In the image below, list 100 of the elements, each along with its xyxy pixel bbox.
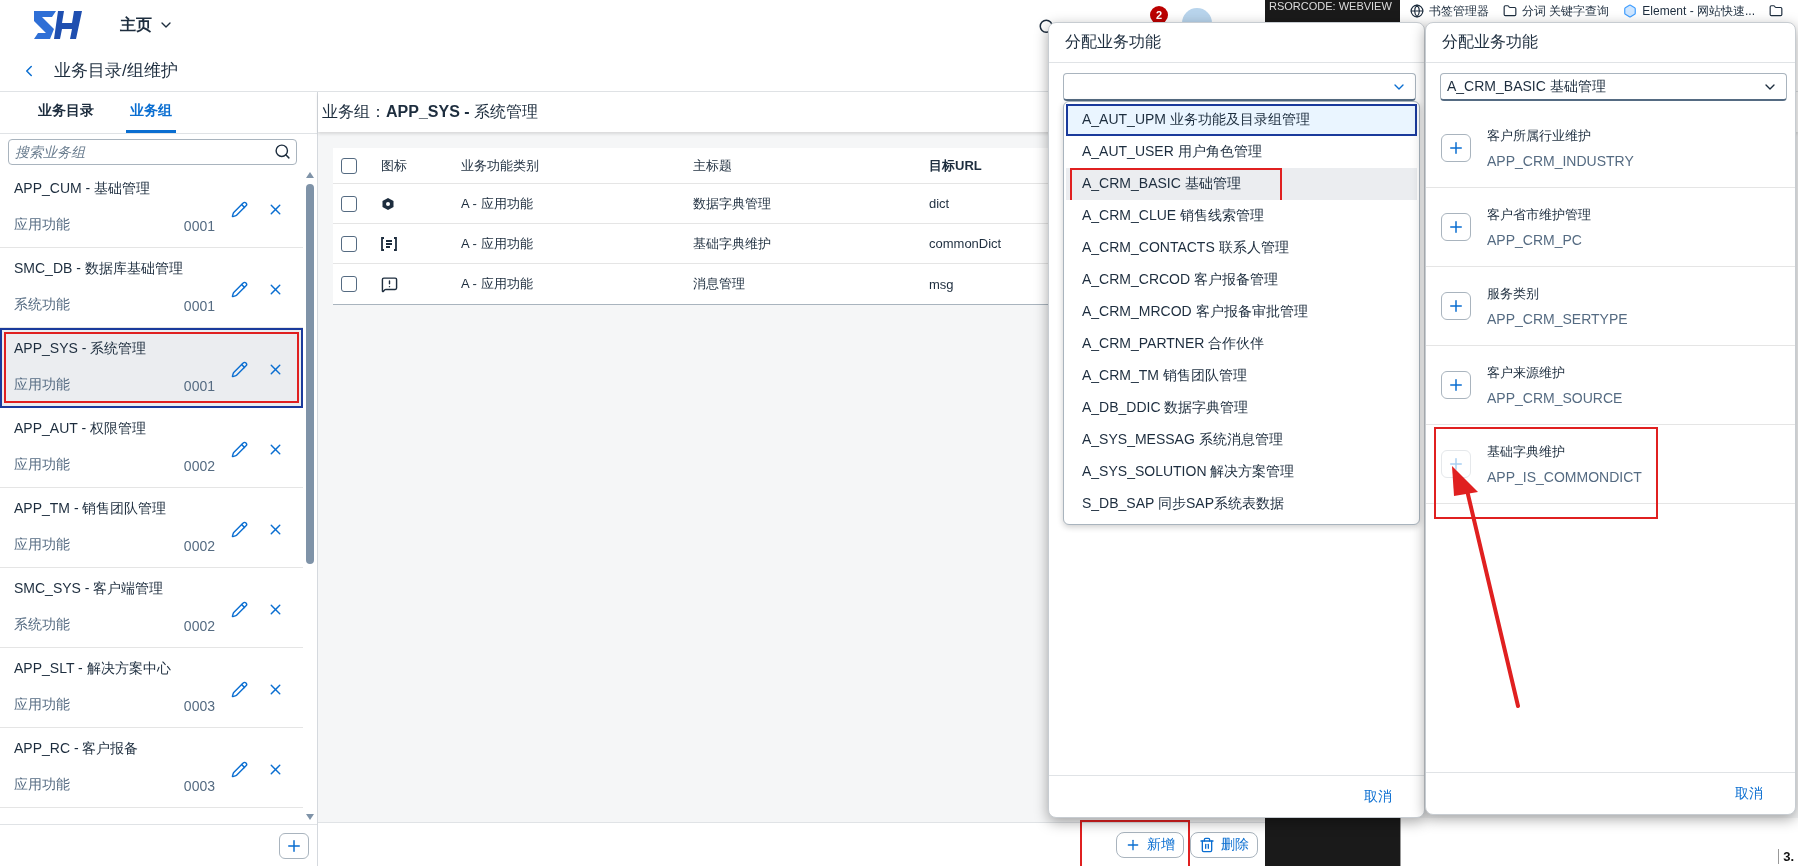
table-cell-text: 消息管理 bbox=[693, 275, 746, 293]
function-code: APP_CRM_PC bbox=[1487, 232, 1583, 248]
add-button[interactable] bbox=[1441, 213, 1471, 241]
dialog-title: 分配业务功能 bbox=[1049, 23, 1424, 63]
plus-icon bbox=[1447, 218, 1465, 236]
plus-icon bbox=[1447, 376, 1465, 394]
webview-label: RSORCODE: WEBVIEW bbox=[1269, 0, 1392, 12]
function-title: 客户来源维护 bbox=[1487, 364, 1566, 382]
cancel-button[interactable]: 取消 bbox=[1358, 786, 1398, 807]
function-title: 服务类别 bbox=[1487, 285, 1540, 303]
pencil-icon bbox=[230, 680, 248, 698]
group-category: 应用功能 bbox=[14, 536, 70, 554]
checkbox[interactable] bbox=[341, 157, 357, 174]
group-category: 系统功能 bbox=[14, 616, 70, 634]
group-category: 应用功能 bbox=[14, 696, 70, 714]
search-icon bbox=[274, 143, 291, 160]
pencil-icon bbox=[230, 760, 248, 778]
column-header: 业务功能类别 bbox=[461, 156, 540, 175]
group-category: 应用功能 bbox=[14, 376, 70, 394]
folder-icon bbox=[1769, 4, 1784, 18]
function-code: APP_CRM_SERTYPE bbox=[1487, 311, 1628, 327]
group-code: 0002 bbox=[183, 538, 215, 554]
pencil-icon bbox=[230, 360, 248, 378]
column-header: 主标题 bbox=[693, 156, 733, 175]
group-title: APP_CUM - 基础管理 bbox=[14, 180, 152, 198]
plus-icon bbox=[1447, 455, 1465, 473]
group-title: APP_SLT - 解决方案中心 bbox=[14, 660, 172, 678]
caret-down-icon bbox=[306, 814, 314, 820]
checkbox[interactable] bbox=[341, 235, 357, 252]
cube-icon bbox=[381, 196, 395, 211]
search-field[interactable]: 搜索业务组 bbox=[8, 139, 297, 165]
group-category: 应用功能 bbox=[14, 776, 70, 794]
pencil-icon bbox=[230, 600, 248, 618]
dropdown-option[interactable]: A_AUT_UPM 业务功能及目录组管理 bbox=[1066, 104, 1417, 136]
function-code: APP_CRM_INDUSTRY bbox=[1487, 153, 1634, 169]
column-header: 目标URL bbox=[929, 156, 983, 175]
table-cell-text: A - 应用功能 bbox=[461, 194, 534, 213]
group-title: APP_TM - 销售团队管理 bbox=[14, 500, 168, 518]
corner-text: 3. bbox=[1778, 849, 1794, 864]
home-menu[interactable]: 主页 bbox=[120, 14, 174, 36]
table-cell-text: dict bbox=[929, 196, 951, 211]
globe-icon bbox=[1410, 4, 1424, 18]
pencil-icon bbox=[230, 280, 248, 298]
bookmark[interactable]: 分词 关键字查询 bbox=[1522, 2, 1610, 20]
tab[interactable]: 业务组 bbox=[126, 92, 176, 133]
table-cell-text: A - 应用功能 bbox=[461, 234, 534, 253]
group-code: 0003 bbox=[183, 698, 215, 714]
dialog-title: 分配业务功能 bbox=[1426, 23, 1795, 63]
logo-icon bbox=[32, 9, 84, 41]
group-title: APP_SYS - 系统管理 bbox=[14, 340, 148, 358]
cancel-button[interactable]: 取消 bbox=[1729, 783, 1769, 804]
caret-up-icon bbox=[306, 172, 314, 178]
group-code: 0001 bbox=[183, 298, 215, 314]
function-code: APP_IS_COMMONDICT bbox=[1487, 469, 1642, 485]
table-cell-text: A - 应用功能 bbox=[461, 275, 534, 293]
folder-icon bbox=[1503, 4, 1517, 18]
group-heading: 业务组：APP_SYS - 系统管理 bbox=[322, 101, 539, 122]
table-cell-text: 基础字典维护 bbox=[693, 234, 772, 253]
function-code: APP_CRM_SOURCE bbox=[1487, 390, 1623, 406]
group-title: APP_RC - 客户报备 bbox=[14, 740, 140, 758]
bookmark[interactable]: Element - 网站快速... bbox=[1642, 2, 1756, 20]
add-button[interactable]: 新增 bbox=[1116, 831, 1184, 858]
bookmark[interactable]: 书签管理器 bbox=[1429, 2, 1489, 20]
table-cell-text: 数据字典管理 bbox=[693, 194, 772, 213]
delete-button[interactable]: 删除 bbox=[1190, 831, 1258, 858]
group-code: 0002 bbox=[183, 458, 215, 474]
group-title: SMC_SYS - 客户端管理 bbox=[14, 580, 165, 598]
group-title: APP_AUT - 权限管理 bbox=[14, 420, 147, 438]
column-header: 图标 bbox=[381, 156, 408, 175]
dropdown-option[interactable]: A_CRM_BASIC 基础管理 bbox=[1066, 168, 1417, 200]
plus-icon bbox=[1447, 139, 1465, 157]
plus-icon bbox=[1447, 297, 1465, 315]
add-button[interactable] bbox=[279, 832, 309, 859]
checkbox[interactable] bbox=[341, 276, 357, 292]
group-title: SMC_DB - 数据库基础管理 bbox=[14, 260, 184, 278]
add-button[interactable] bbox=[1441, 292, 1471, 320]
pencil-icon bbox=[230, 440, 248, 458]
group-code: 0002 bbox=[183, 618, 215, 634]
group-code: 0001 bbox=[183, 378, 215, 394]
group-item[interactable]: APP_SYS - 系统管理 应用功能 0001 bbox=[0, 328, 303, 408]
group-category: 应用功能 bbox=[14, 456, 70, 474]
group-category: 系统功能 bbox=[14, 296, 70, 314]
pencil-icon bbox=[230, 200, 248, 218]
function-title: 客户省市维护管理 bbox=[1487, 206, 1591, 224]
message-alert-icon bbox=[381, 275, 398, 293]
hexagon-icon bbox=[1623, 4, 1638, 18]
pencil-icon bbox=[230, 520, 248, 538]
function-title: 客户所属行业维护 bbox=[1487, 127, 1592, 145]
group-code: 0001 bbox=[183, 218, 215, 234]
trash-icon bbox=[1199, 836, 1215, 853]
tab[interactable]: 业务目录 bbox=[34, 92, 98, 133]
page-title: 业务目录/组维护 bbox=[54, 60, 178, 82]
function-title: 基础字典维护 bbox=[1487, 443, 1566, 461]
group-category: 应用功能 bbox=[14, 216, 70, 234]
list-icon bbox=[381, 236, 397, 251]
select-field[interactable]: A_CRM_BASIC 基础管理 bbox=[1440, 73, 1787, 101]
group-code: 0003 bbox=[183, 778, 215, 794]
add-button[interactable] bbox=[1441, 371, 1471, 399]
checkbox[interactable] bbox=[341, 195, 357, 212]
add-button[interactable] bbox=[1441, 134, 1471, 162]
